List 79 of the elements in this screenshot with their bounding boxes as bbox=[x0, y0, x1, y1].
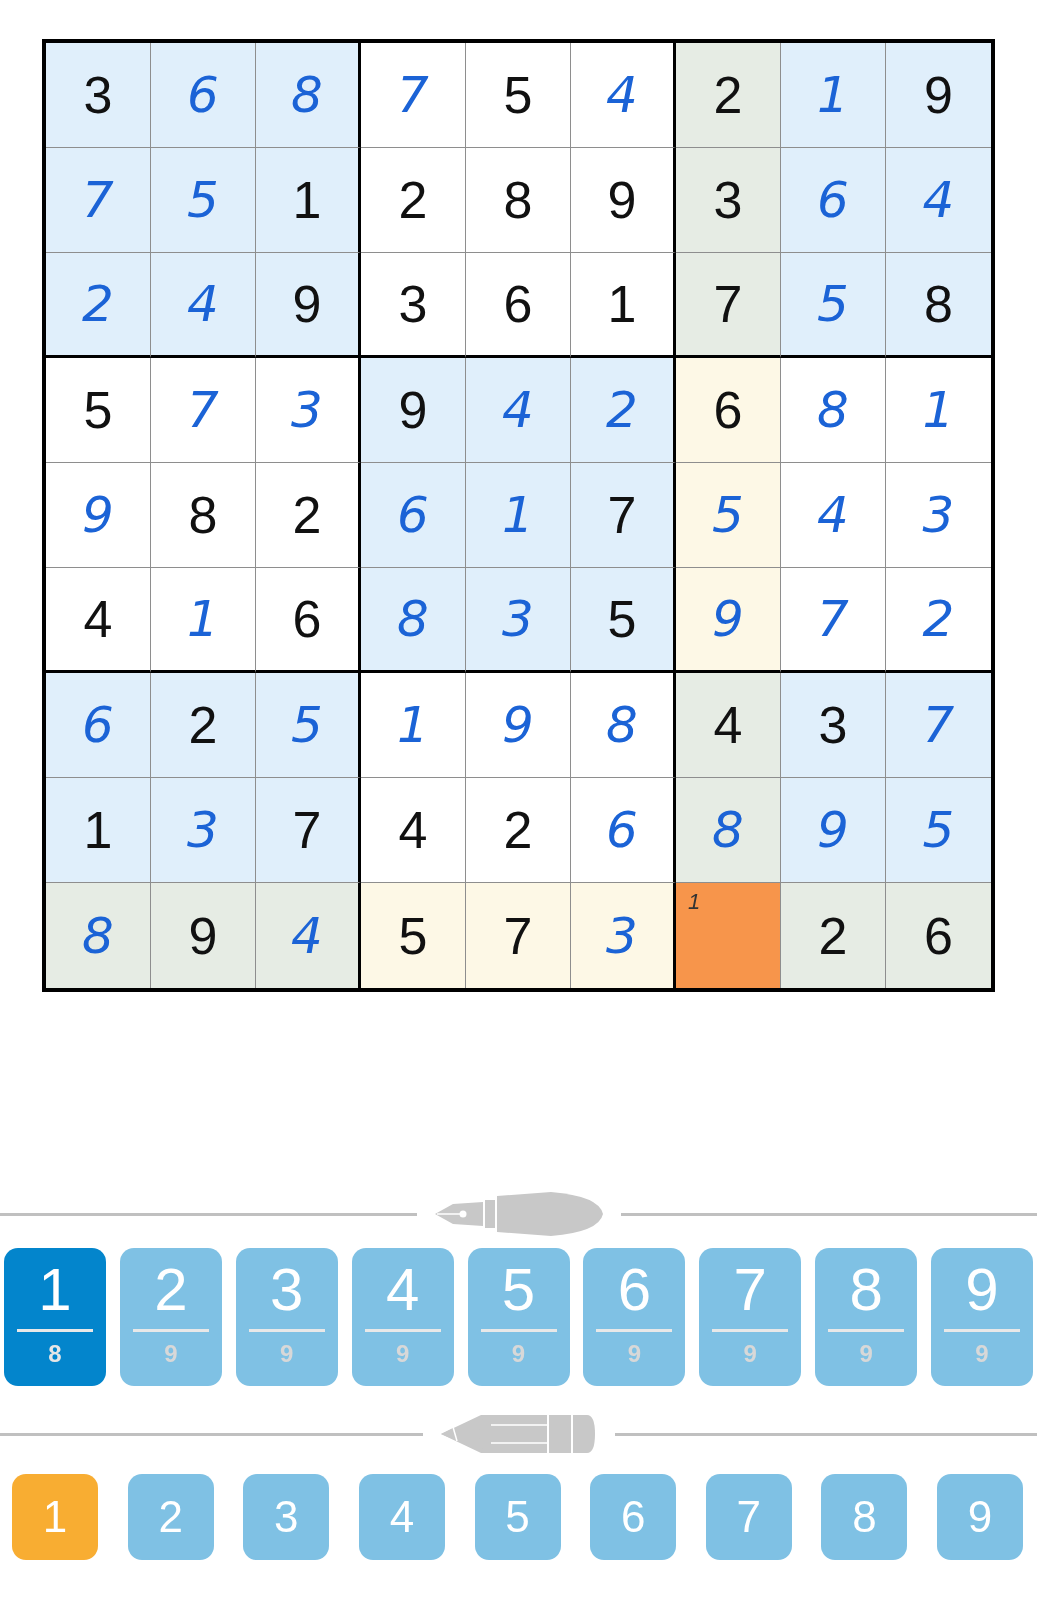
sudoku-cell[interactable]: 4 bbox=[886, 148, 991, 253]
sudoku-cell[interactable]: 2 bbox=[46, 253, 151, 358]
sudoku-cell[interactable]: 5 bbox=[781, 253, 886, 358]
sudoku-cell[interactable]: 4 bbox=[151, 253, 256, 358]
sudoku-cell[interactable]: 9 bbox=[676, 568, 781, 673]
sudoku-cell[interactable]: 4 bbox=[361, 778, 466, 883]
digit-key[interactable]: 1 8 bbox=[4, 1248, 106, 1386]
sudoku-cell[interactable]: 8 bbox=[886, 253, 991, 358]
sudoku-cell[interactable]: 1 bbox=[466, 463, 571, 568]
sudoku-cell[interactable]: 7 bbox=[676, 253, 781, 358]
sudoku-cell[interactable]: 3 bbox=[571, 883, 676, 988]
sudoku-cell[interactable]: 6 bbox=[46, 673, 151, 778]
sudoku-cell[interactable]: 5 bbox=[886, 778, 991, 883]
sudoku-cell[interactable]: 7 bbox=[46, 148, 151, 253]
sudoku-cell[interactable]: 8 bbox=[46, 883, 151, 988]
sudoku-cell[interactable]: 4 bbox=[676, 673, 781, 778]
sudoku-cell[interactable]: 1 bbox=[781, 43, 886, 148]
sudoku-cell[interactable]: 6 bbox=[361, 463, 466, 568]
sudoku-cell[interactable]: 6 bbox=[571, 778, 676, 883]
sudoku-cell[interactable]: 1 bbox=[361, 673, 466, 778]
sudoku-cell[interactable]: 9 bbox=[361, 358, 466, 463]
sudoku-cell[interactable]: 5 bbox=[466, 43, 571, 148]
sudoku-cell[interactable]: 9 bbox=[781, 778, 886, 883]
sudoku-cell[interactable]: 7 bbox=[571, 463, 676, 568]
sudoku-cell[interactable]: 1 bbox=[46, 778, 151, 883]
sudoku-cell[interactable]: 2 bbox=[781, 883, 886, 988]
sudoku-cell[interactable]: 7 bbox=[151, 358, 256, 463]
sudoku-cell[interactable]: 3 bbox=[151, 778, 256, 883]
sudoku-cell[interactable]: 5 bbox=[256, 673, 361, 778]
sudoku-cell[interactable]: 1 bbox=[151, 568, 256, 673]
sudoku-cell[interactable]: 8 bbox=[151, 463, 256, 568]
sudoku-cell[interactable]: 2 bbox=[151, 673, 256, 778]
sudoku-cell[interactable]: 7 bbox=[361, 43, 466, 148]
sudoku-cell[interactable]: 1 bbox=[256, 148, 361, 253]
sudoku-cell[interactable]: 7 bbox=[886, 673, 991, 778]
sudoku-cell[interactable]: 3 bbox=[46, 43, 151, 148]
sudoku-cell[interactable]: 8 bbox=[256, 43, 361, 148]
sudoku-cell[interactable]: 8 bbox=[571, 673, 676, 778]
sudoku-cell[interactable]: 3 bbox=[361, 253, 466, 358]
sudoku-cell[interactable]: 1 bbox=[676, 883, 781, 988]
sudoku-cell[interactable]: 6 bbox=[781, 148, 886, 253]
sudoku-cell[interactable]: 4 bbox=[46, 568, 151, 673]
sudoku-cell[interactable]: 3 bbox=[781, 673, 886, 778]
sudoku-cell[interactable]: 2 bbox=[256, 463, 361, 568]
sudoku-cell[interactable]: 8 bbox=[676, 778, 781, 883]
sudoku-cell[interactable]: 2 bbox=[571, 358, 676, 463]
sudoku-cell[interactable]: 3 bbox=[466, 568, 571, 673]
sudoku-cell[interactable]: 4 bbox=[571, 43, 676, 148]
sudoku-cell[interactable]: 3 bbox=[256, 358, 361, 463]
sudoku-cell[interactable]: 5 bbox=[151, 148, 256, 253]
sudoku-cell[interactable]: 4 bbox=[781, 463, 886, 568]
sudoku-cell[interactable]: 6 bbox=[676, 358, 781, 463]
sudoku-cell[interactable]: 3 bbox=[676, 148, 781, 253]
sudoku-cell[interactable]: 6 bbox=[466, 253, 571, 358]
sudoku-cell[interactable]: 8 bbox=[361, 568, 466, 673]
sudoku-cell[interactable]: 4 bbox=[256, 883, 361, 988]
sudoku-cell[interactable]: 2 bbox=[361, 148, 466, 253]
sudoku-cell[interactable]: 9 bbox=[151, 883, 256, 988]
sudoku-cell[interactable]: 4 bbox=[466, 358, 571, 463]
sudoku-cell[interactable]: 6 bbox=[256, 568, 361, 673]
sudoku-cell[interactable]: 2 bbox=[466, 778, 571, 883]
sudoku-cell[interactable]: 8 bbox=[466, 148, 571, 253]
sudoku-cell[interactable]: 1 bbox=[571, 253, 676, 358]
sudoku-cell[interactable]: 9 bbox=[256, 253, 361, 358]
sudoku-cell[interactable]: 5 bbox=[571, 568, 676, 673]
sudoku-cell[interactable]: 7 bbox=[466, 883, 571, 988]
sudoku-cell[interactable]: 2 bbox=[676, 43, 781, 148]
sudoku-cell[interactable]: 5 bbox=[46, 358, 151, 463]
sudoku-cell[interactable]: 8 bbox=[781, 358, 886, 463]
sudoku-cell[interactable]: 7 bbox=[781, 568, 886, 673]
sudoku-cell[interactable]: 9 bbox=[466, 673, 571, 778]
sudoku-cell[interactable]: 5 bbox=[361, 883, 466, 988]
sudoku-cell[interactable]: 6 bbox=[151, 43, 256, 148]
sudoku-cell[interactable]: 9 bbox=[886, 43, 991, 148]
sudoku-cell[interactable]: 5 bbox=[676, 463, 781, 568]
sudoku-cell[interactable]: 7 bbox=[256, 778, 361, 883]
sudoku-cell[interactable]: 9 bbox=[46, 463, 151, 568]
sudoku-cell[interactable]: 6 bbox=[886, 883, 991, 988]
sudoku-cell[interactable]: 9 bbox=[571, 148, 676, 253]
